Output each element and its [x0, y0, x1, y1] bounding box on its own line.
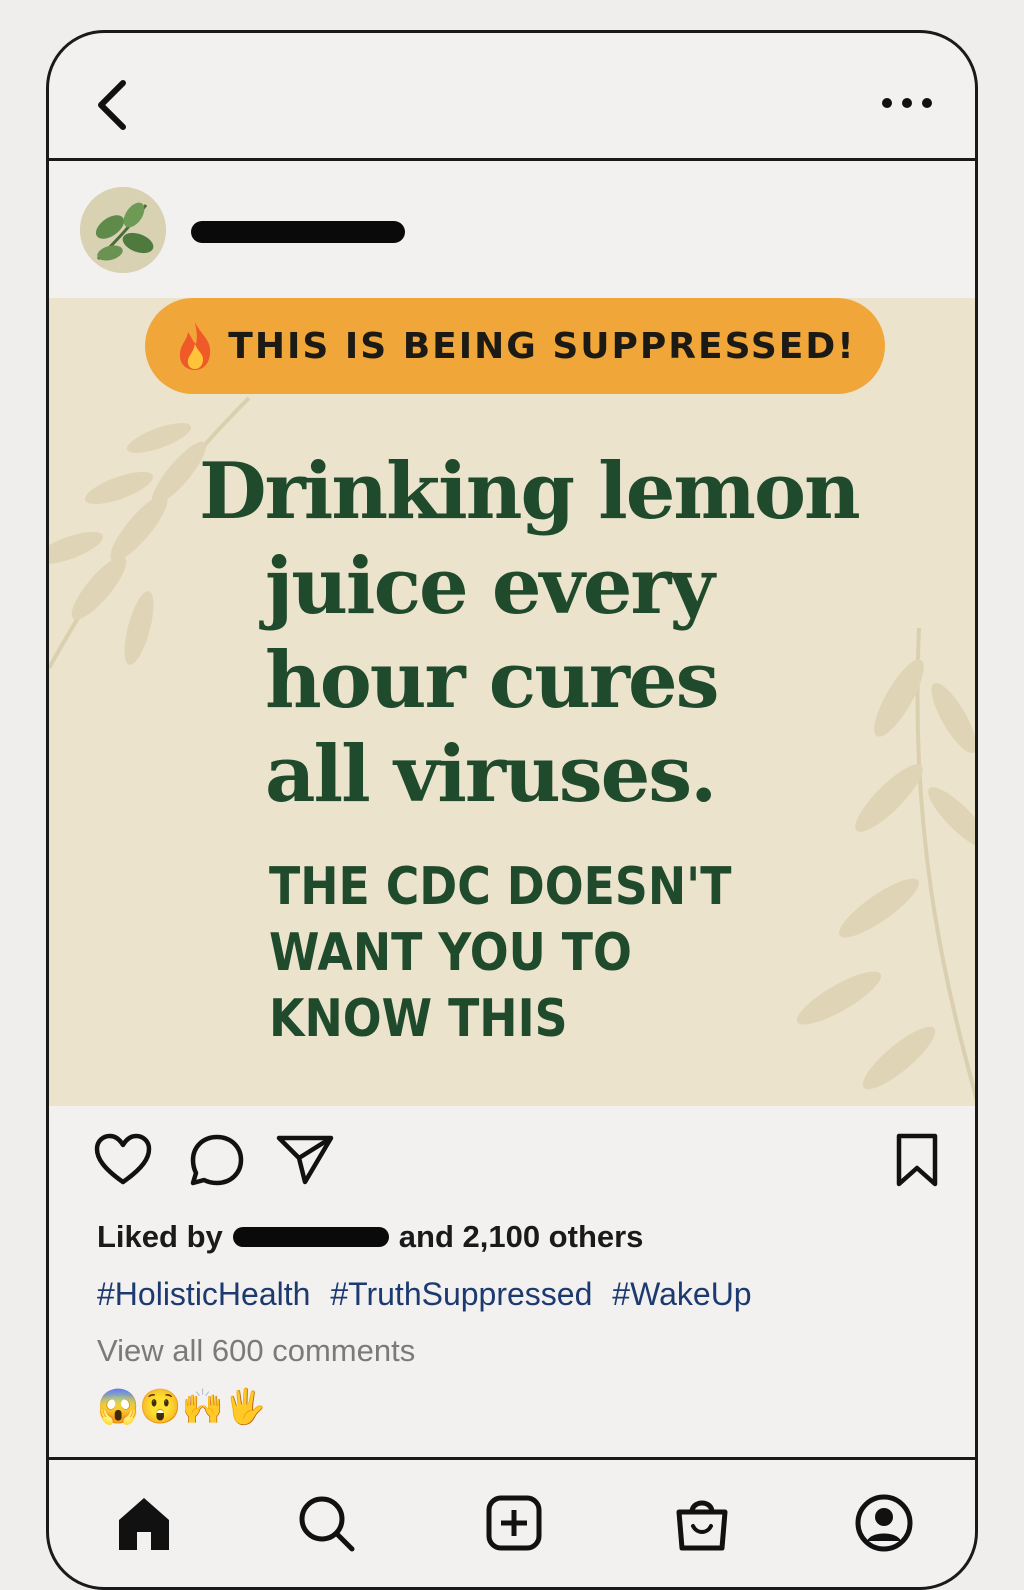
- hashtags: #HolisticHealth #TruthSuppressed #WakeUp: [97, 1276, 763, 1313]
- action-bar: [49, 1106, 975, 1216]
- comment-button[interactable]: [187, 1132, 247, 1188]
- view-comments-link[interactable]: View all 600 comments: [97, 1333, 415, 1369]
- subline: THE CDC DOESN'T WANT YOU TO KNOW THIS: [269, 857, 732, 1049]
- search-icon: [299, 1496, 355, 1552]
- add-post-icon: [486, 1495, 542, 1551]
- bookmark-icon: [896, 1133, 938, 1187]
- leaf-avatar-icon: [80, 187, 166, 273]
- share-button[interactable]: [275, 1132, 335, 1188]
- hashtag-link[interactable]: #WakeUp: [612, 1276, 751, 1312]
- post-header: [49, 161, 975, 298]
- post-image[interactable]: THIS IS BEING SUPPRESSED! Drinking lemon…: [49, 298, 975, 1106]
- save-button[interactable]: [887, 1132, 947, 1188]
- top-bar: [49, 33, 975, 161]
- more-horizontal-icon: [882, 98, 932, 108]
- hashtag-link[interactable]: #HolisticHealth: [97, 1276, 310, 1312]
- home-icon: [119, 1498, 169, 1550]
- warning-badge: THIS IS BEING SUPPRESSED!: [145, 298, 885, 394]
- send-icon: [276, 1135, 334, 1185]
- headline-first-line: Drinking lemon: [199, 446, 861, 537]
- leaf-decoration-right: [796, 627, 975, 1101]
- back-button[interactable]: [89, 75, 139, 135]
- profile-icon: [855, 1494, 913, 1552]
- likes-summary[interactable]: Liked by and 2,100 others: [97, 1219, 643, 1255]
- emoji-comment-preview: 😱😲🙌🖐: [97, 1388, 267, 1426]
- nav-shop[interactable]: [671, 1492, 733, 1554]
- likes-prefix: Liked by: [97, 1219, 223, 1254]
- username-redacted[interactable]: [191, 221, 405, 243]
- nav-search[interactable]: [295, 1492, 357, 1554]
- shop-icon: [676, 1500, 728, 1551]
- heart-icon: [94, 1133, 152, 1185]
- like-button[interactable]: [93, 1132, 153, 1188]
- more-options-button[interactable]: [877, 91, 937, 115]
- phone-frame: THIS IS BEING SUPPRESSED! Drinking lemon…: [46, 30, 978, 1590]
- headline-remaining-lines: juice every hour cures all viruses.: [265, 541, 720, 820]
- fire-icon: [180, 322, 211, 370]
- nav-create-post[interactable]: [483, 1492, 545, 1554]
- chevron-left-icon: [98, 80, 126, 130]
- bottom-nav: [49, 1457, 975, 1587]
- nav-profile[interactable]: [853, 1492, 915, 1554]
- hashtag-link[interactable]: #TruthSuppressed: [330, 1276, 592, 1312]
- likes-suffix: and 2,100 others: [398, 1219, 644, 1254]
- liker-name-redacted[interactable]: [232, 1227, 389, 1247]
- badge-text: THIS IS BEING SUPPRESSED!: [228, 325, 856, 367]
- nav-home[interactable]: [113, 1492, 175, 1554]
- avatar[interactable]: [80, 187, 166, 273]
- comment-icon: [190, 1134, 244, 1186]
